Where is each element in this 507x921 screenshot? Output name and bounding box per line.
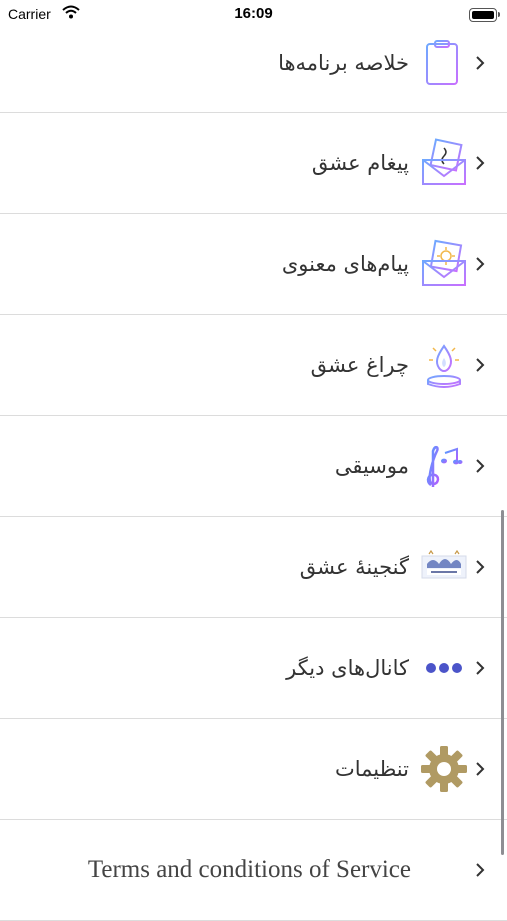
chevron-right-icon — [476, 863, 485, 877]
menu-item-label: Terms and conditions of Service — [87, 856, 411, 883]
menu-item-program-summary[interactable]: خلاصه برنامه‌ها — [0, 13, 507, 113]
music-notes-icon — [426, 446, 463, 487]
candle-lamp-icon — [427, 344, 461, 388]
clipboard-icon — [426, 39, 462, 85]
chevron-right-icon — [476, 560, 485, 574]
menu-item-label: تنظیمات — [334, 757, 409, 781]
menu-item-settings[interactable]: تنظیمات — [0, 719, 507, 820]
scroll-indicator[interactable] — [501, 510, 504, 855]
menu-item-lamp-of-love[interactable]: چراغ عشق — [0, 315, 507, 416]
menu-item-terms[interactable]: Terms and conditions of Service — [0, 820, 507, 921]
love-letter-icon — [422, 138, 466, 185]
menu-item-treasure-of-love[interactable]: گنجینهٔ عشق — [0, 517, 507, 618]
sun-envelope-icon — [422, 239, 466, 286]
menu-item-label: چراغ عشق — [310, 353, 409, 377]
treasure-banner-icon — [421, 549, 467, 579]
chevron-right-icon — [476, 459, 485, 473]
menu-item-label: موسیقی — [334, 454, 409, 478]
three-dots-icon — [426, 663, 462, 673]
menu-item-label: خلاصه برنامه‌ها — [278, 50, 409, 75]
menu-item-label: گنجینهٔ عشق — [299, 555, 409, 579]
menu-item-label: پیام‌های معنوی — [281, 252, 409, 276]
gear-icon — [421, 746, 467, 792]
menu-item-love-message[interactable]: پیغام عشق — [0, 113, 507, 214]
menu-item-spiritual-messages[interactable]: پیام‌های معنوی — [0, 214, 507, 315]
menu-item-label: پیغام عشق — [311, 151, 409, 175]
chevron-right-icon — [476, 358, 485, 372]
menu-list: خلاصه برنامه‌ها پیغام عشق پیام‌های معنوی — [0, 13, 507, 921]
chevron-right-icon — [476, 156, 485, 170]
chevron-right-icon — [476, 661, 485, 675]
chevron-right-icon — [476, 55, 485, 70]
menu-item-music[interactable]: موسیقی — [0, 416, 507, 517]
menu-item-label: کانال‌های دیگر — [286, 656, 409, 680]
menu-item-other-channels[interactable]: کانال‌های دیگر — [0, 618, 507, 719]
chevron-right-icon — [476, 257, 485, 271]
chevron-right-icon — [476, 762, 485, 776]
